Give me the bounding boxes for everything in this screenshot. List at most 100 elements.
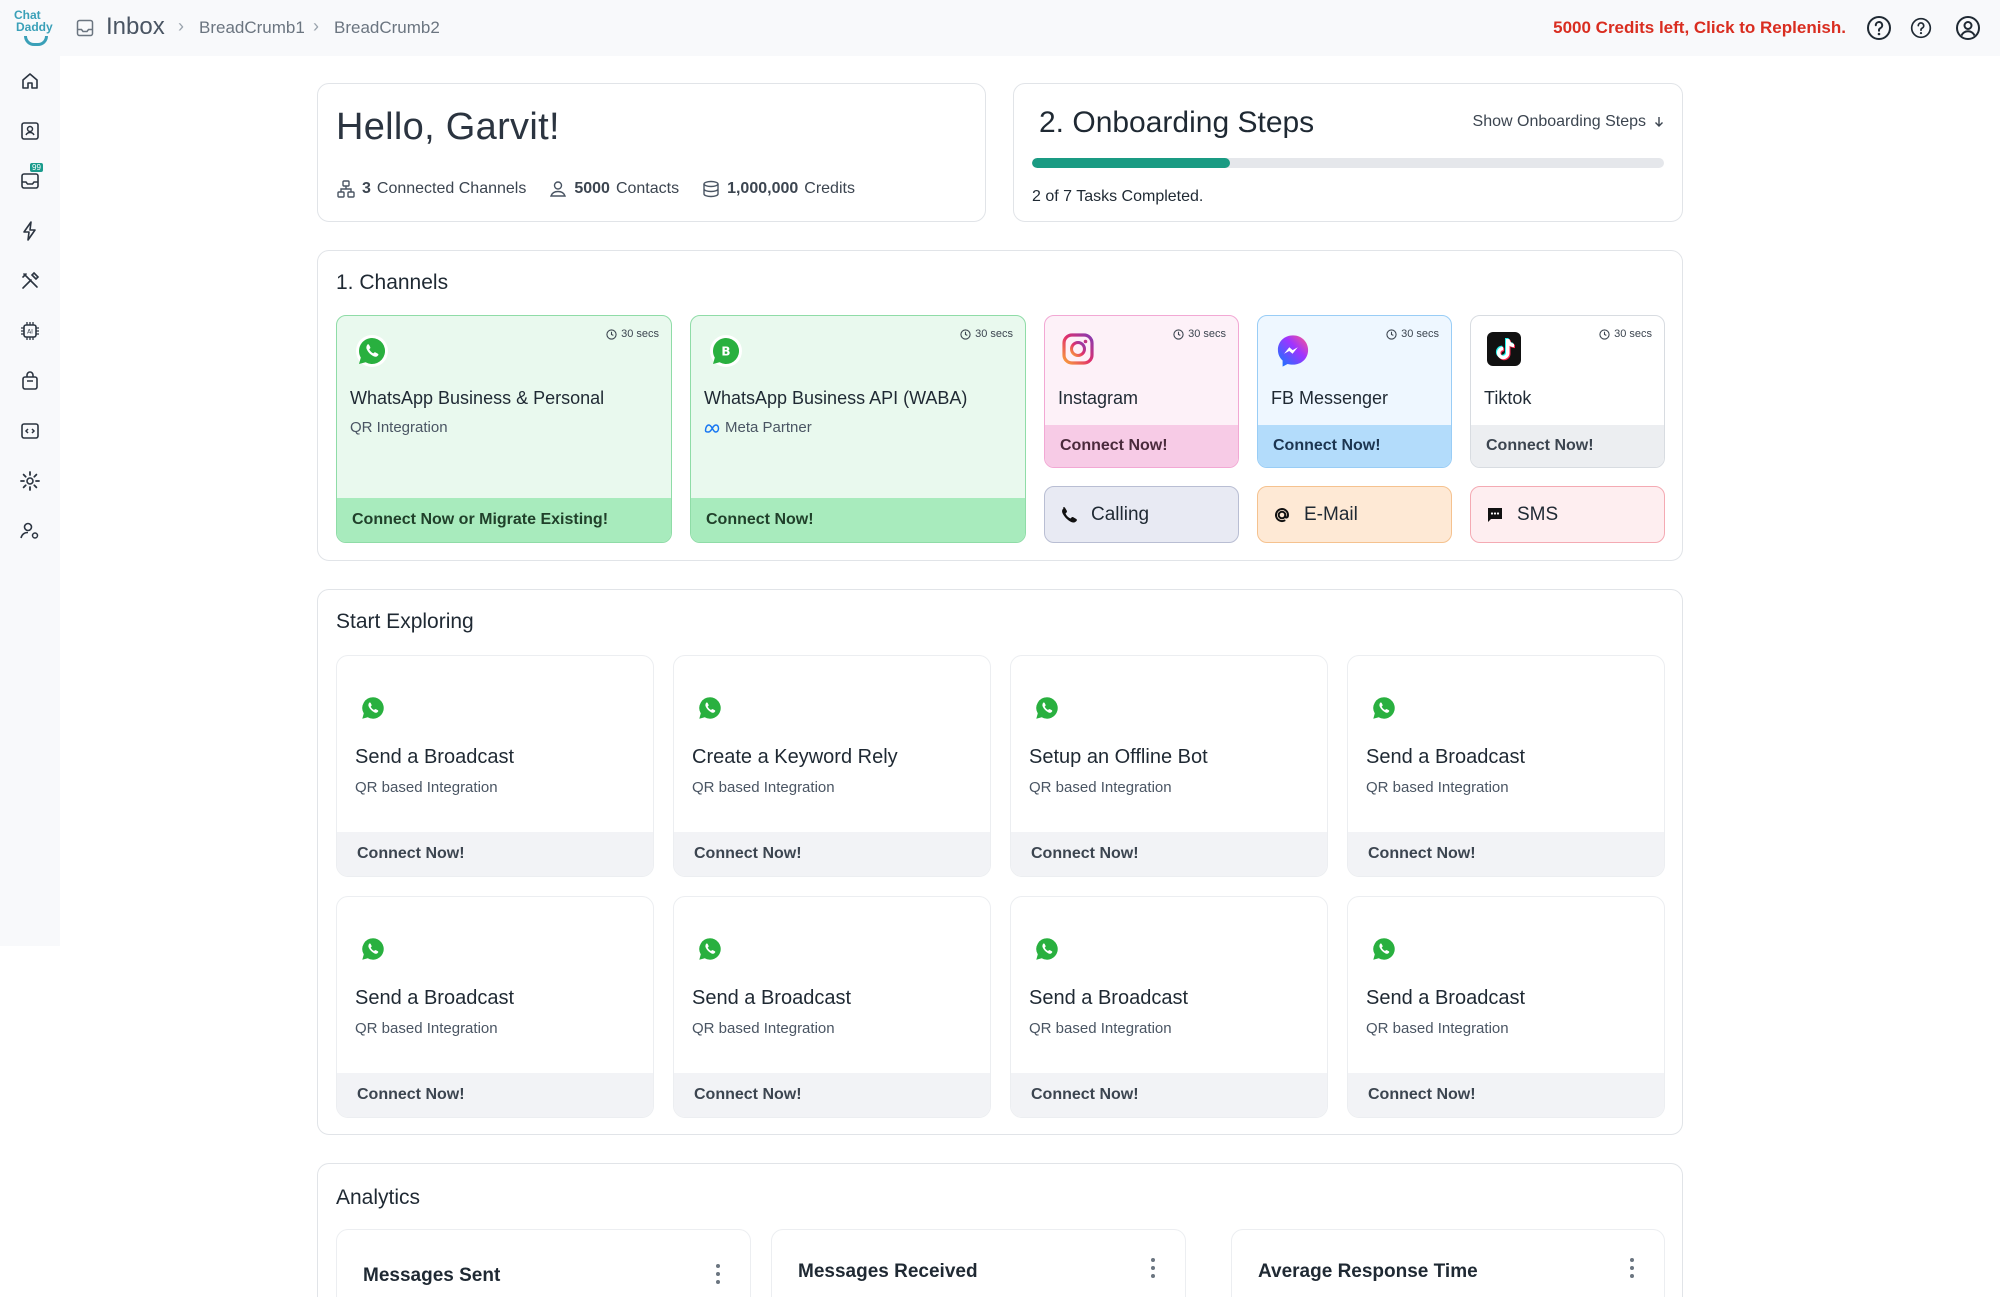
bag-icon[interactable] — [18, 369, 42, 393]
inbox-icon — [21, 173, 39, 189]
greeting-card: Hello, Garvit! 3 Connected Channels 5000… — [317, 83, 986, 222]
explore-connect-cta[interactable]: Connect Now! — [674, 1073, 990, 1117]
explore-card-title: Send a Broadcast — [1366, 987, 1525, 1009]
explore-connect-cta[interactable]: Connect Now! — [1011, 1073, 1327, 1117]
explore-card[interactable]: Send a Broadcast QR based Integration Conn… — [336, 896, 654, 1118]
user-icon — [550, 181, 567, 197]
explore-connect-cta[interactable]: Connect Now! — [674, 832, 990, 876]
user-profile-icon[interactable] — [1955, 15, 1981, 41]
explore-card-subtitle: QR based Integration — [1029, 779, 1172, 796]
svg-text:B: B — [721, 345, 730, 359]
arrow-down-icon — [1655, 117, 1663, 127]
explore-card[interactable]: Create a Keyword Rely QR based Integratio… — [673, 655, 991, 877]
channel-card-messenger[interactable]: 30 secs FB Messenger Connect Now! — [1257, 315, 1452, 468]
user-settings-icon[interactable] — [18, 519, 42, 543]
sms-channel-button[interactable]: SMS — [1470, 486, 1665, 543]
onboarding-title: 2. Onboarding Steps — [1039, 106, 1315, 139]
start-exploring-title: Start Exploring — [336, 610, 474, 633]
timer-label: 30 secs — [975, 328, 1013, 340]
channels-count: 3 — [362, 180, 371, 197]
channels-section: 1. Channels 30 secs WhatsApp Business & … — [317, 250, 1683, 561]
connect-cta[interactable]: Connect Now! — [1045, 425, 1238, 467]
greeting-heading: Hello, Garvit! — [336, 106, 560, 148]
explore-card-subtitle: QR based Integration — [355, 1020, 498, 1037]
kebab-menu-icon[interactable] — [1151, 1258, 1155, 1282]
analytics-section: Analytics Messages Sent Messages Receive… — [317, 1163, 1683, 1297]
logo-text-bottom: Daddy — [16, 20, 53, 34]
whatsapp-icon — [1370, 935, 1398, 963]
email-channel-button[interactable]: E-Mail — [1257, 486, 1452, 543]
channel-card-instagram[interactable]: 30 secs Instagram Connect Now! — [1044, 315, 1239, 468]
show-steps-label: Show Onboarding Steps — [1472, 113, 1646, 130]
inbox-nav-item[interactable]: 99 — [18, 163, 43, 193]
calling-label: Calling — [1091, 503, 1150, 525]
explore-connect-cta[interactable]: Connect Now! — [337, 832, 653, 876]
timer-label: 30 secs — [621, 328, 659, 340]
home-icon[interactable] — [18, 69, 42, 93]
analytics-title: Analytics — [336, 1186, 421, 1209]
kebab-menu-icon[interactable] — [1630, 1258, 1634, 1282]
explore-card-title: Send a Broadcast — [692, 987, 851, 1009]
connected-channels-stat: 3 Connected Channels — [336, 179, 526, 199]
whatsapp-business-icon: B — [710, 335, 742, 367]
explore-card[interactable]: Send a Broadcast QR based Integration Conn… — [1010, 896, 1328, 1118]
channel-card-tiktok[interactable]: 30 secs Tiktok Connect Now! — [1470, 315, 1665, 468]
meta-partner-label: Meta Partner — [725, 419, 812, 436]
info-help-icon[interactable] — [1910, 17, 1932, 39]
breadcrumb-1[interactable]: BreadCrumb1 — [199, 18, 305, 38]
explore-card[interactable]: Send a Broadcast QR based Integration Conn… — [336, 655, 654, 877]
explore-card-title: Send a Broadcast — [355, 987, 514, 1009]
credits-replenish-link[interactable]: 5000 Credits left, Click to Replenish. — [1553, 18, 1846, 38]
calling-channel-button[interactable]: Calling — [1044, 486, 1239, 543]
explore-connect-cta[interactable]: Connect Now! — [1348, 1073, 1664, 1117]
channel-card-waba[interactable]: 30 secs B WhatsApp Business API (WABA) M… — [690, 315, 1026, 543]
connect-cta[interactable]: Connect Now or Migrate Existing! — [337, 498, 671, 542]
explore-card-subtitle: QR based Integration — [692, 779, 835, 796]
channels-title: 1. Channels — [336, 271, 449, 294]
connect-cta[interactable]: Connect Now! — [691, 498, 1025, 542]
channels-label: Connected Channels — [376, 180, 527, 197]
clock-icon — [960, 328, 971, 340]
onboarding-card: 2. Onboarding Steps Show Onboarding Step… — [1013, 83, 1683, 222]
code-icon[interactable] — [18, 419, 42, 443]
explore-connect-cta[interactable]: Connect Now! — [337, 1073, 653, 1117]
connect-cta[interactable]: Connect Now! — [1258, 425, 1451, 467]
inbox-badge: 99 — [30, 163, 43, 172]
explore-card-title: Send a Broadcast — [355, 746, 514, 768]
explore-card-title: Setup an Offline Bot — [1029, 746, 1208, 768]
explore-card[interactable]: Send a Broadcast QR based Integration Conn… — [673, 896, 991, 1118]
onboarding-progress-bar — [1032, 158, 1664, 168]
lightning-icon[interactable] — [18, 219, 42, 243]
kebab-menu-icon[interactable] — [716, 1264, 720, 1288]
contacts-icon[interactable] — [18, 119, 42, 143]
explore-card[interactable]: Send a Broadcast QR based Integration Conn… — [1347, 655, 1665, 877]
settings-icon[interactable] — [18, 469, 42, 493]
explore-card[interactable]: Setup an Offline Bot QR based Integration… — [1010, 655, 1328, 877]
explore-connect-cta[interactable]: Connect Now! — [1348, 832, 1664, 876]
connect-cta[interactable]: Connect Now! — [1471, 425, 1664, 467]
timer-label: 30 secs — [1614, 328, 1652, 340]
instagram-icon — [1062, 333, 1094, 365]
help-icon[interactable] — [1866, 15, 1892, 41]
explore-card[interactable]: Send a Broadcast QR based Integration Conn… — [1347, 896, 1665, 1118]
explore-card-title: Create a Keyword Rely — [692, 746, 898, 768]
channel-card-whatsapp[interactable]: 30 secs WhatsApp Business & Personal QR … — [336, 315, 672, 543]
messenger-icon — [1277, 335, 1309, 367]
breadcrumb-2[interactable]: BreadCrumb2 — [334, 18, 440, 38]
inbox-icon — [76, 19, 94, 37]
ai-chip-icon[interactable]: AI — [18, 319, 42, 343]
clock-icon — [606, 328, 617, 340]
tools-icon[interactable] — [18, 269, 42, 293]
whatsapp-icon — [1033, 694, 1061, 722]
show-onboarding-steps-button[interactable]: Show Onboarding Steps — [1473, 113, 1664, 131]
logo-smile-icon — [24, 36, 48, 46]
chatdaddy-logo[interactable]: Chat Daddy — [14, 9, 60, 49]
explore-card-title: Send a Broadcast — [1029, 987, 1188, 1009]
account-stats: 3 Connected Channels 5000 Contacts 1,000… — [336, 179, 855, 199]
timer: 30 secs — [606, 328, 659, 340]
clock-icon — [1173, 328, 1184, 340]
channel-name: FB Messenger — [1271, 388, 1389, 408]
explore-card-subtitle: QR based Integration — [1366, 779, 1509, 796]
explore-connect-cta[interactable]: Connect Now! — [1011, 832, 1327, 876]
at-icon — [1275, 507, 1290, 522]
